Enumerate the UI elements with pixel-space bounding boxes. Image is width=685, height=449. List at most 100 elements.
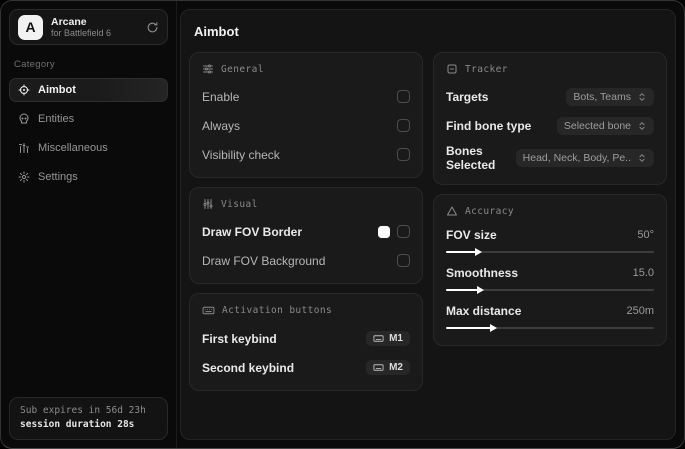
sidebar-item-aimbot[interactable]: Aimbot [9,78,168,102]
card-title: General [221,63,264,75]
visibility-check-checkbox[interactable] [397,148,410,161]
slider-label: Max distance [446,304,522,318]
sidebar-item-entities[interactable]: Entities [9,107,168,131]
smoothness-slider-group: Smoothness 15.0 [446,266,654,295]
skull-icon [18,113,30,125]
general-card: General Enable Always Visibility check [189,52,423,178]
slider-value: 250m [626,305,654,317]
app-logo: A [18,14,43,40]
sidebar-item-label: Settings [38,171,78,183]
keybind-value: M2 [389,362,403,373]
setting-row-always: Always [202,115,410,136]
sidebar-nav: Aimbot Entities Miscellaneous Settings [9,78,168,189]
max-distance-slider[interactable] [446,323,654,333]
page-title: Aimbot [194,24,239,39]
card-title: Tracker [465,63,508,75]
session-duration-text: session duration 28s [20,418,135,430]
app-window: A Arcane for Battlefield 6 Category Aimb… [0,0,685,449]
slider-value: 50° [637,229,654,241]
chevron-up-down-icon [637,153,647,163]
setting-row-second-keybind: Second keybind M2 [202,357,410,378]
sliders-icon [202,198,214,210]
gear-icon [18,171,30,183]
draw-fov-border-checkbox[interactable] [397,225,410,238]
scan-icon [446,63,458,75]
setting-row-find-bone-type: Find bone type Selected bone [446,115,654,136]
bones-selected-select[interactable]: Head, Neck, Body, Pe.. [515,149,654,167]
keyboard-icon [202,304,215,317]
setting-row-fov-border: Draw FOV Border [202,221,410,242]
category-label: Category [14,59,55,70]
setting-row-fov-background: Draw FOV Background [202,250,410,271]
targets-select[interactable]: Bots, Teams [566,87,654,106]
sidebar-item-settings[interactable]: Settings [9,165,168,189]
activation-card: Activation buttons First keybind M1 Seco… [189,293,423,391]
find-bone-type-select[interactable]: Selected bone [556,116,654,135]
setting-row-bones-selected: Bones Selected Head, Neck, Body, Pe.. [446,144,654,172]
first-keybind-button[interactable]: M1 [366,331,410,346]
slider-thumb[interactable] [489,324,497,332]
sidebar-item-miscellaneous[interactable]: Miscellaneous [9,136,168,160]
keyboard-icon [373,333,384,344]
setting-row-targets: Targets Bots, Teams [446,86,654,107]
setting-label: Targets [446,89,489,104]
sidebar-item-label: Miscellaneous [38,142,108,154]
crosshair-icon [18,84,30,96]
setting-label: Draw FOV Background [202,253,326,268]
chevron-up-down-icon [637,92,647,102]
setting-row-first-keybind: First keybind M1 [202,328,410,349]
setting-label: Draw FOV Border [202,224,303,239]
fov-border-color-swatch[interactable] [378,225,390,238]
tune-icon [202,63,214,75]
card-title: Activation buttons [222,305,333,316]
setting-label: Enable [202,89,240,104]
setting-label: Bones Selected [446,144,496,172]
app-name: Arcane [51,15,87,28]
slider-fill [446,251,478,253]
enable-checkbox[interactable] [397,90,410,103]
accuracy-card: Accuracy FOV size 50° Smoothness 15.0 Ma… [433,194,667,346]
setting-label: Always [202,118,241,133]
main-panel: Aimbot General Enable Always Visibility … [180,9,676,440]
slider-fill [446,327,492,329]
app-subtitle: for Battlefield 6 [51,27,112,38]
slider-value: 15.0 [632,267,654,279]
bars-icon [18,142,30,154]
card-title: Visual [221,198,258,210]
tracker-card: Tracker Targets Bots, Teams Find bone ty… [433,52,667,185]
slider-label: Smoothness [446,266,519,280]
fov-size-slider-group: FOV size 50° [446,228,654,257]
second-keybind-button[interactable]: M2 [366,360,410,375]
triangle-icon [446,205,458,217]
always-checkbox[interactable] [397,119,410,132]
refresh-icon[interactable] [146,21,159,34]
slider-thumb[interactable] [475,248,483,256]
left-column: General Enable Always Visibility check V… [189,52,423,391]
draw-fov-background-checkbox[interactable] [397,254,410,267]
chevron-up-down-icon [637,121,647,131]
sidebar: A Arcane for Battlefield 6 Category Aimb… [1,1,177,448]
setting-row-enable: Enable [202,86,410,107]
smoothness-slider[interactable] [446,285,654,295]
setting-label: First keybind [202,331,277,346]
sidebar-item-label: Aimbot [38,84,76,96]
max-distance-slider-group: Max distance 250m [446,304,654,333]
setting-label: Visibility check [202,147,280,162]
setting-row-visibility-check: Visibility check [202,144,410,165]
select-value: Selected bone [563,119,631,132]
keybind-value: M1 [389,333,403,344]
sub-expiry-text: Sub expires in 56d 23h [20,404,146,416]
setting-label: Find bone type [446,118,532,133]
fov-size-slider[interactable] [446,247,654,257]
select-value: Bots, Teams [573,90,631,103]
brand-card: A Arcane for Battlefield 6 [9,9,168,45]
keyboard-icon [373,362,384,373]
subscription-info: Sub expires in 56d 23h session duration … [9,396,168,440]
card-title: Accuracy [465,205,514,217]
slider-fill [446,289,480,291]
visual-card: Visual Draw FOV Border Draw FOV Backgrou… [189,187,423,284]
sidebar-item-label: Entities [38,113,75,125]
right-column: Tracker Targets Bots, Teams Find bone ty… [433,52,667,346]
slider-thumb[interactable] [477,286,485,294]
slider-label: FOV size [446,228,497,242]
